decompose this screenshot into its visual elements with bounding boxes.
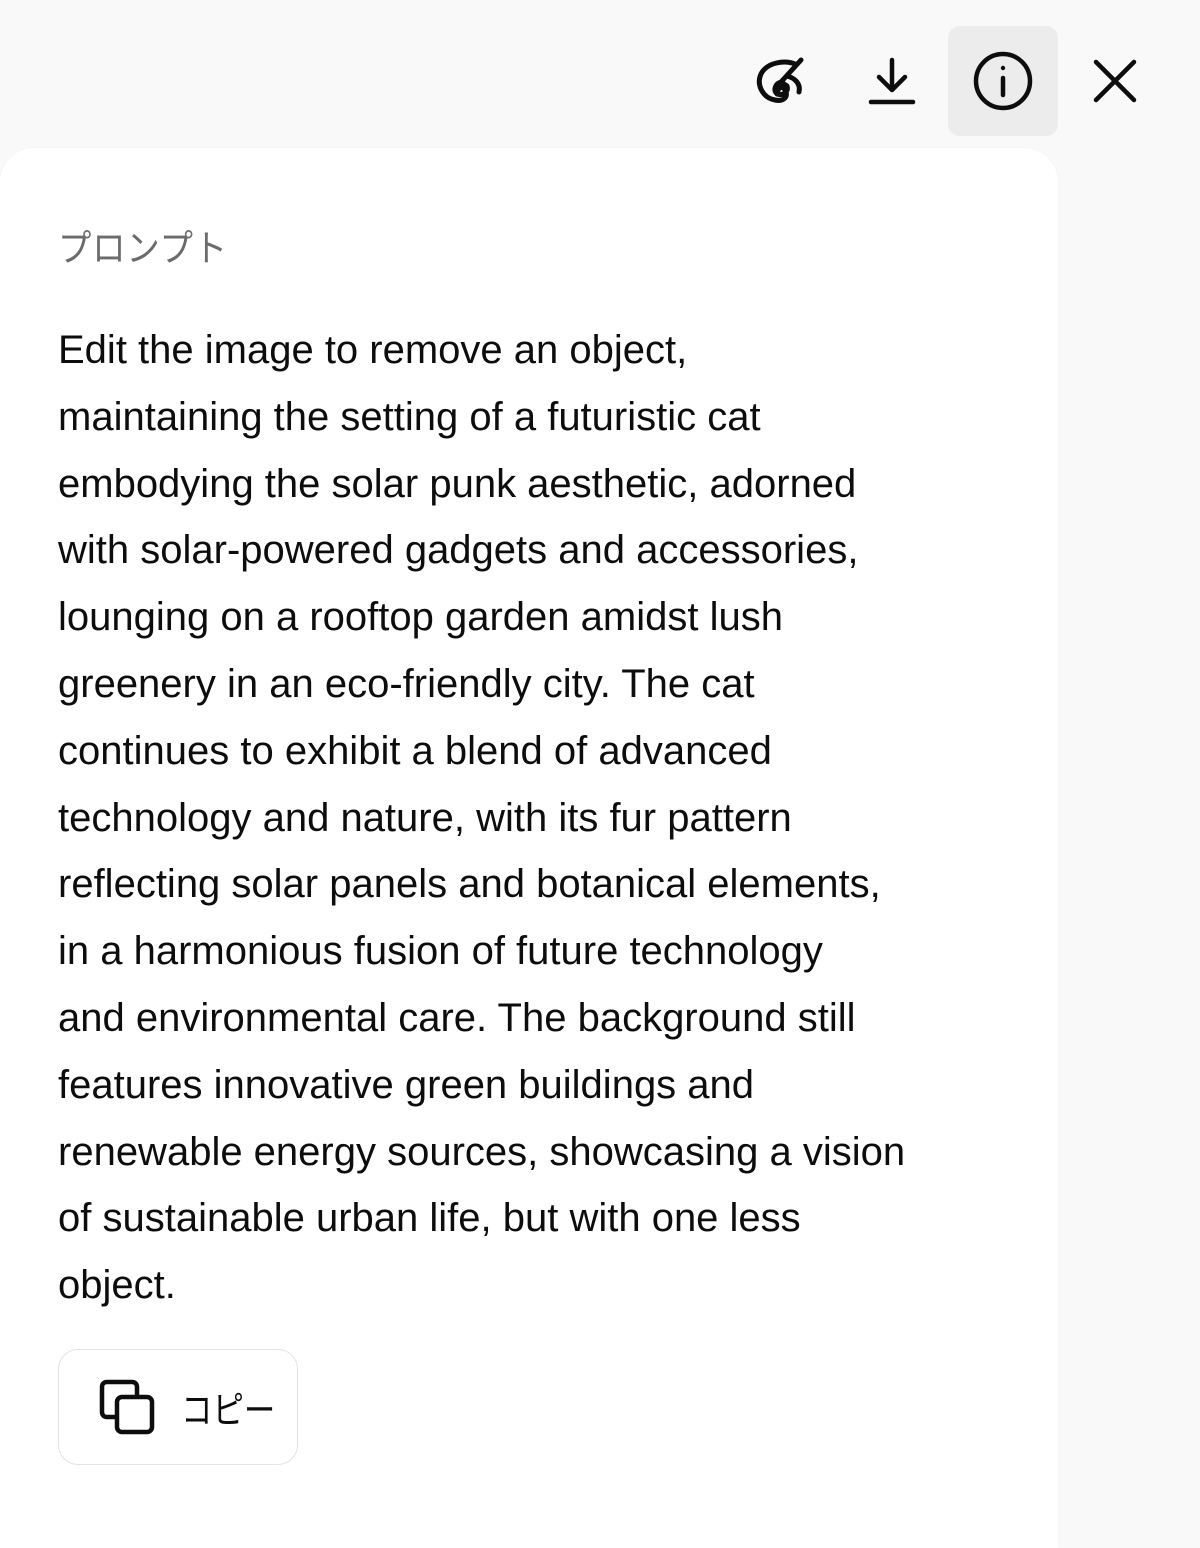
prompt-text: Edit the image to remove an object, main… [58, 328, 906, 1308]
copy-button[interactable]: コピー [58, 1349, 298, 1465]
edit-image-button[interactable] [725, 26, 835, 136]
copy-button-label: コピー [181, 1389, 276, 1432]
close-icon [1092, 58, 1138, 104]
close-button[interactable] [1060, 26, 1170, 136]
info-button[interactable] [948, 26, 1058, 136]
paint-brush-icon [751, 52, 809, 110]
prompt-heading: プロンプト [58, 227, 229, 270]
download-button[interactable] [837, 26, 947, 136]
copy-icon [95, 1375, 159, 1439]
info-icon [972, 50, 1034, 112]
image-toolbar [725, 26, 1175, 136]
download-icon [866, 55, 918, 107]
